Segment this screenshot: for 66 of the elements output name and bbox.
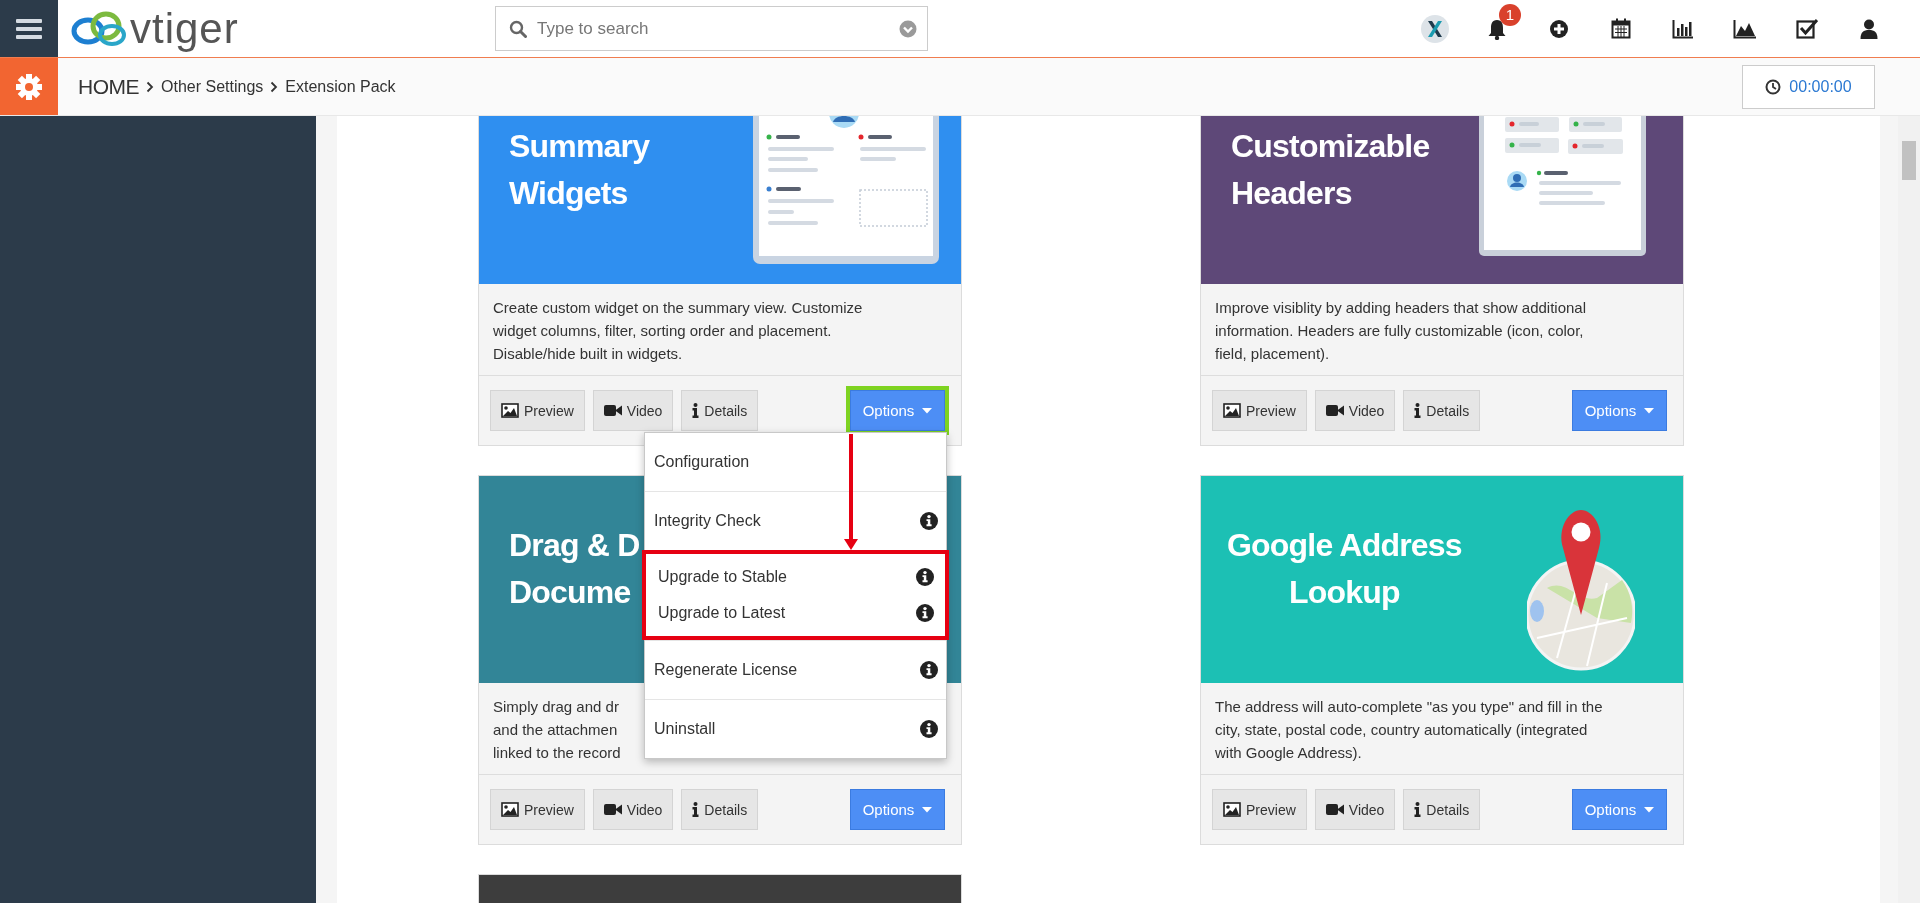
details-button[interactable]: Details xyxy=(681,789,759,830)
add-icon[interactable] xyxy=(1549,18,1569,39)
info-icon xyxy=(692,802,700,817)
details-button[interactable]: Details xyxy=(1403,390,1481,431)
image-icon xyxy=(501,403,519,418)
breadcrumb-link[interactable]: Other Settings xyxy=(161,77,264,96)
video-camera-icon xyxy=(603,404,622,417)
menu-item[interactable]: Regenerate License xyxy=(645,652,946,688)
banner-title: Customizable Headers xyxy=(1230,127,1430,213)
search-icon xyxy=(509,20,527,38)
card-description: Improve visiblity by adding headers that show additional information. Headers are fully customizable (icon, color, field, placement). xyxy=(1201,284,1683,376)
preview-button[interactable]: Preview xyxy=(1212,789,1307,830)
bell-icon[interactable] xyxy=(1487,17,1507,40)
menu-item[interactable]: Integrity Check xyxy=(645,503,946,539)
caret-icon xyxy=(1644,806,1655,813)
card-description: The address will auto-complete "as you type" and fill in the city, state, postal code, country automatically (integrated with Google Address). xyxy=(1201,683,1683,775)
user-icon[interactable] xyxy=(1860,18,1878,39)
preview-button[interactable]: Preview xyxy=(1212,390,1307,431)
breadcrumb-link[interactable]: HOME xyxy=(78,74,139,99)
timer-button[interactable]: 00:00:00 xyxy=(1742,64,1875,109)
menu-item[interactable]: Uninstall xyxy=(645,711,946,747)
video-camera-icon xyxy=(1325,803,1344,816)
info-icon xyxy=(1414,802,1422,817)
logo-text: vtiger xyxy=(130,6,239,51)
card-description: Create custom widget on the summary view. Customize widget columns, filter, sorting order and placement. Disable/hide built in widgets. xyxy=(479,284,961,376)
caret-icon xyxy=(1644,407,1655,414)
video-camera-icon xyxy=(603,803,622,816)
menu-item[interactable]: Upgrade to Stable xyxy=(649,559,942,595)
gear-icon xyxy=(15,72,43,101)
calendar-icon[interactable] xyxy=(1611,18,1631,39)
breadcrumb-link[interactable]: Extension Pack xyxy=(285,77,396,96)
banner-title: Drag & D Docume xyxy=(508,526,640,612)
dropdown-icon[interactable] xyxy=(899,20,917,38)
video-camera-icon xyxy=(1325,404,1344,417)
menu-item[interactable]: Upgrade to Latest xyxy=(649,595,942,631)
chevron-right-icon xyxy=(270,80,279,93)
chevron-right-icon xyxy=(146,80,154,93)
image-icon xyxy=(1223,802,1241,817)
video-button[interactable]: Video xyxy=(1314,390,1396,431)
video-button[interactable]: Video xyxy=(1314,789,1396,830)
menu-icon xyxy=(16,17,42,40)
scrollbar[interactable] xyxy=(1898,116,1920,903)
bar-chart-icon[interactable] xyxy=(1672,18,1694,39)
scrollbar-thumb[interactable] xyxy=(1902,141,1916,180)
info-icon xyxy=(692,403,700,418)
search-field[interactable]: Type to search xyxy=(495,6,928,51)
video-button[interactable]: Video xyxy=(592,390,674,431)
banner-title: Summary Widgets xyxy=(508,127,650,213)
app-icon[interactable] xyxy=(1420,13,1450,44)
area-chart-icon[interactable] xyxy=(1733,18,1757,39)
menu-button[interactable] xyxy=(0,0,58,57)
caret-icon xyxy=(922,806,933,813)
checkbox-icon[interactable] xyxy=(1796,18,1818,39)
image-icon xyxy=(501,802,519,817)
image-icon xyxy=(1223,403,1241,418)
banner-title: Google Address Lookup xyxy=(1226,526,1462,612)
notification-badge: 1 xyxy=(1499,3,1521,26)
menu-item[interactable]: Configuration xyxy=(645,444,946,480)
info-icon xyxy=(1414,403,1422,418)
preview-button[interactable]: Preview xyxy=(490,789,585,830)
clock-icon xyxy=(1765,78,1782,95)
caret-icon xyxy=(922,407,933,414)
details-button[interactable]: Details xyxy=(1403,789,1481,830)
video-button[interactable]: Video xyxy=(592,789,674,830)
preview-button[interactable]: Preview xyxy=(490,390,585,431)
details-button[interactable]: Details xyxy=(681,390,759,431)
